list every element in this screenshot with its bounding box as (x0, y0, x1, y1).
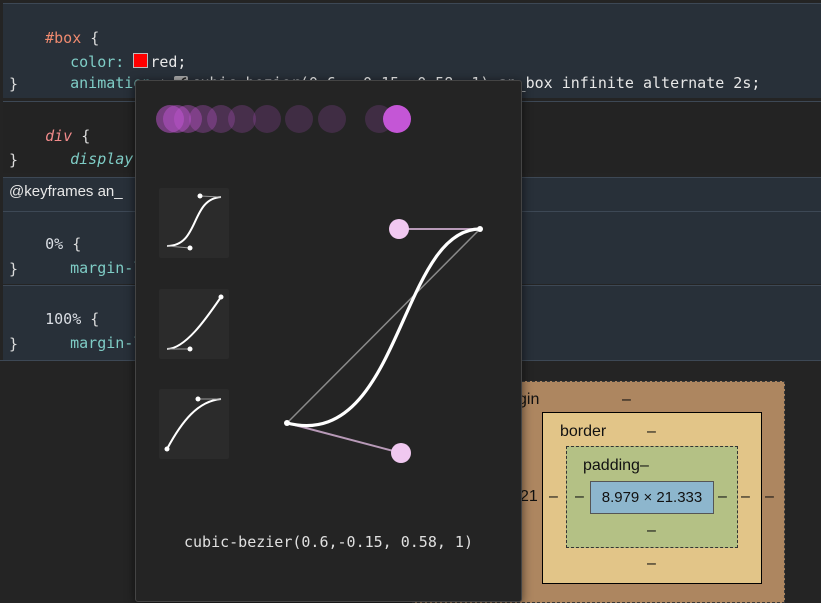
border-right-value[interactable]: – (741, 488, 750, 506)
close-brace: } (9, 260, 19, 278)
preset-ease-out[interactable] (159, 389, 229, 459)
curve-endpoint-end (477, 226, 483, 232)
bezier-value-text[interactable]: cubic-bezier(0.6,-0.15, 0.58, 1) (136, 533, 521, 551)
bezier-graph[interactable] (284, 219, 483, 463)
control-line-1 (286, 422, 402, 454)
padding-bottom-value[interactable]: – (647, 522, 656, 540)
linear-reference-line (286, 228, 481, 424)
padding-right-value[interactable]: – (718, 488, 727, 506)
keyframes-title[interactable]: @keyframes an_ (9, 183, 123, 200)
padding-left-value[interactable]: – (575, 488, 584, 506)
curve-endpoint-start (284, 420, 290, 426)
preview-dot (156, 105, 184, 133)
close-brace: } (9, 75, 19, 93)
animation-preview[interactable] (156, 105, 411, 133)
border-left-value[interactable]: – (549, 488, 558, 506)
box-model-content[interactable]: 8.979 × 21.333 (590, 481, 714, 514)
margin-top-value[interactable]: – (622, 391, 631, 409)
preview-dot (285, 105, 313, 133)
close-brace: } (9, 151, 19, 169)
close-brace: } (9, 335, 19, 353)
margin-left-value[interactable]: 21 (520, 488, 538, 506)
preview-dot (253, 105, 281, 133)
property-name[interactable]: display: (70, 150, 142, 168)
border-bottom-value[interactable]: – (647, 555, 656, 573)
bezier-editor-popover: cubic-bezier(0.6,-0.15, 0.58, 1) (135, 80, 522, 602)
border-top-value[interactable]: – (647, 423, 656, 441)
padding-label: padding– (583, 457, 649, 474)
margin-right-value[interactable]: – (765, 488, 774, 506)
preview-dot-active (383, 105, 411, 133)
control-point-2 (389, 219, 409, 239)
bezier-editor-canvas (156, 105, 483, 463)
control-point-1 (391, 443, 411, 463)
border-label: border (560, 423, 607, 440)
preview-dot (318, 105, 346, 133)
preset-ease-in[interactable] (159, 289, 229, 359)
preset-ease-in-out[interactable] (159, 188, 229, 258)
